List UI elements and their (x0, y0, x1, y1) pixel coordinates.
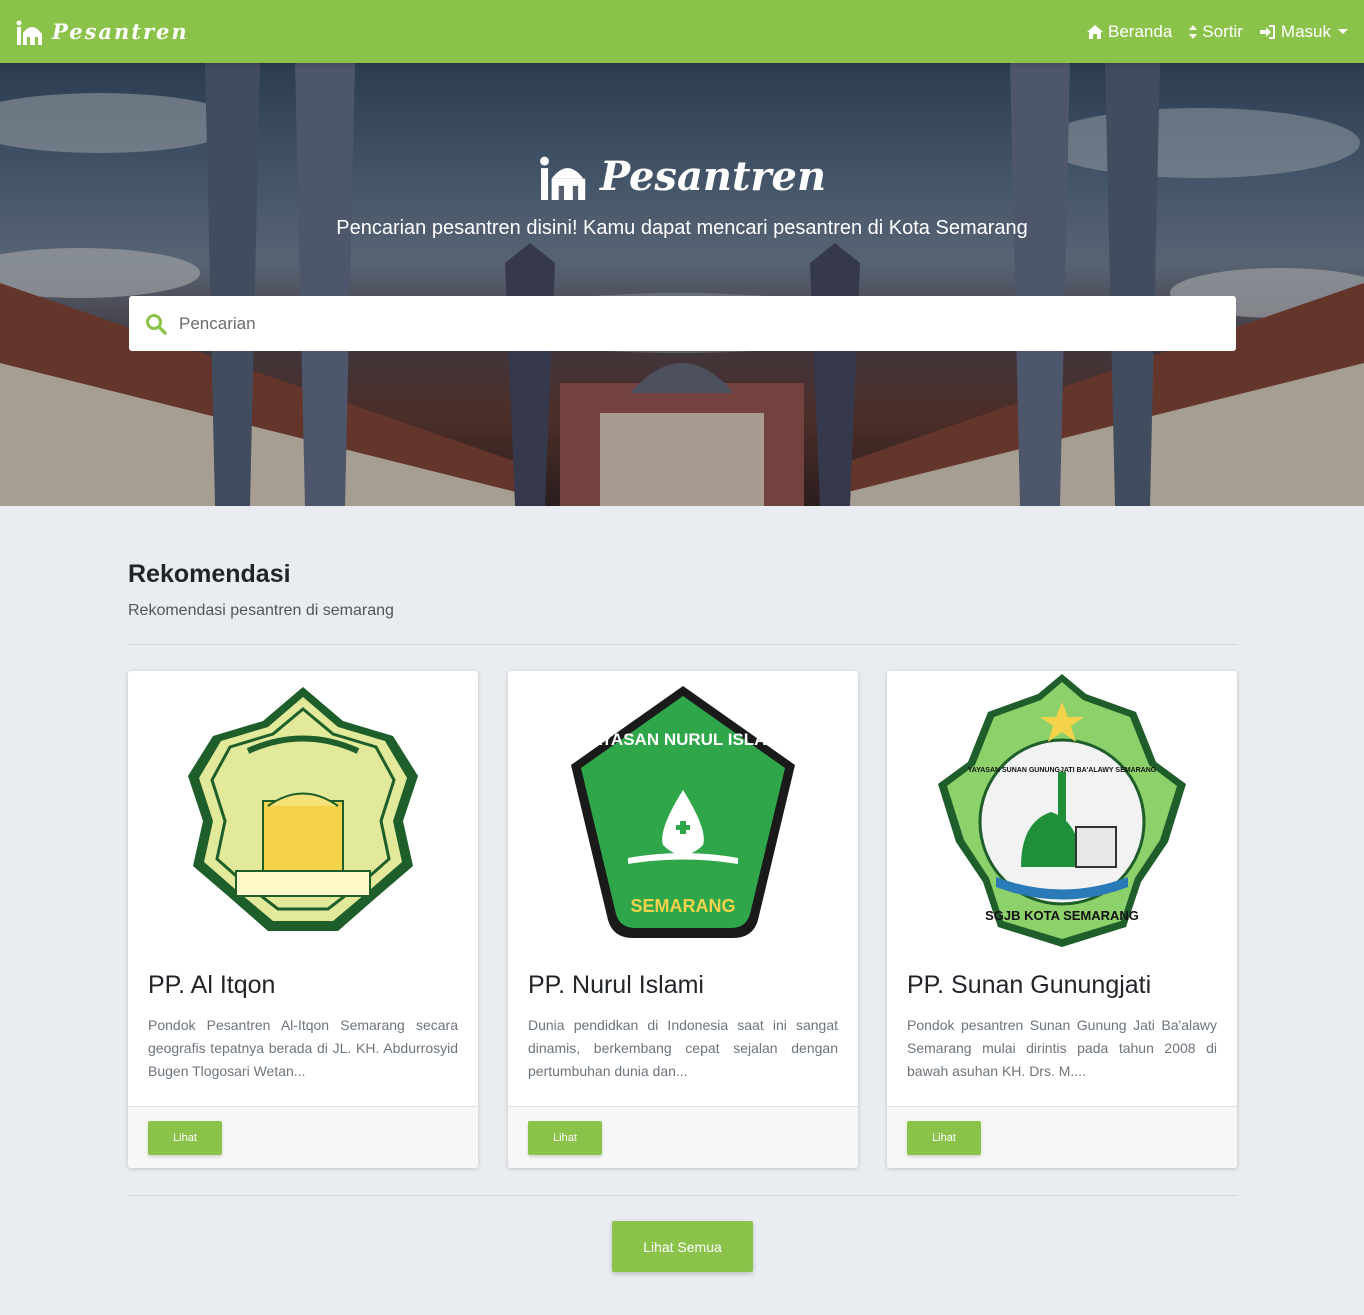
card-description: Pondok Pesantren Al-Itqon Semarang secar… (148, 1017, 458, 1079)
card-title: PP. Sunan Gunungjati (907, 971, 1152, 999)
logo-text-top: YAYASAN NURUL ISLAMI (581, 730, 786, 749)
card-footer: Lihat (128, 1106, 478, 1168)
brand-text: Pesantren (52, 19, 189, 44)
divider (128, 1195, 1237, 1196)
card-image: YAYASAN NURUL ISLAMI SEMARANG (508, 671, 858, 951)
card-title: PP. Nurul Islami (528, 971, 704, 999)
chevron-down-icon (1338, 29, 1348, 34)
card-sunan-gunungjati: YAYASAN SUNAN GUNUNGJATI BA'ALAWY SEMARA… (887, 671, 1237, 1168)
mosque-logo-icon (16, 20, 42, 45)
card-image: YAYASAN SUNAN GUNUNGJATI BA'ALAWY SEMARA… (887, 671, 1237, 951)
hero-brand-text: Pesantren (599, 153, 827, 200)
card-al-itqon: PP. Al Itqon Pondok Pesantren Al-Itqon S… (128, 671, 478, 1168)
hero-content: Pesantren Pencarian pesantren disini! Ka… (0, 63, 1364, 506)
home-icon (1087, 24, 1104, 39)
search-icon (146, 313, 167, 335)
sort-icon (1189, 24, 1198, 39)
nav-links: Beranda Sortir Masuk (1086, 22, 1348, 42)
card-footer: Lihat (887, 1106, 1237, 1168)
nav-link-label: Sortir (1202, 21, 1243, 41)
lihat-button[interactable]: Lihat (148, 1121, 222, 1155)
card-description: Pondok pesantren Sunan Gunung Jati Ba'al… (907, 1017, 1217, 1079)
hero-brand: Pesantren (0, 153, 1364, 200)
nav-link-label: Masuk (1280, 21, 1331, 41)
al-itqon-logo-image (188, 687, 418, 931)
nav-link-beranda[interactable]: Beranda (1086, 22, 1172, 42)
nav-link-masuk-dropdown[interactable]: Masuk (1259, 22, 1348, 42)
card-image (128, 671, 478, 951)
hero-subtitle: Pencarian pesantren disini! Kamu dapat m… (336, 217, 1028, 239)
logo-text-bottom: SGJB KOTA SEMARANG (985, 908, 1139, 923)
mosque-logo-icon (540, 156, 586, 200)
nav-link-sortir[interactable]: Sortir (1188, 22, 1243, 42)
navbar-brand[interactable]: Pesantren (16, 19, 189, 45)
card-footer: Lihat (508, 1106, 858, 1168)
hero-banner: Pesantren Pencarian pesantren disini! Ka… (0, 63, 1364, 506)
sunan-gunungjati-logo-image: YAYASAN SUNAN GUNUNGJATI BA'ALAWY SEMARA… (938, 674, 1186, 947)
card-title: PP. Al Itqon (148, 971, 276, 999)
card-description: Dunia pendidkan di Indonesia saat ini sa… (528, 1017, 838, 1079)
lihat-button[interactable]: Lihat (907, 1121, 981, 1155)
search-input[interactable] (179, 313, 1179, 334)
navbar: Pesantren Beranda Sortir Masuk (0, 0, 1364, 63)
section-title: Rekomendasi (128, 560, 291, 588)
logo-text-bottom: SEMARANG (630, 896, 735, 916)
nav-link-label: Beranda (1108, 21, 1173, 41)
section-subtitle: Rekomendasi pesantren di semarang (128, 602, 394, 619)
logo-text-top: YAYASAN SUNAN GUNUNGJATI BA'ALAWY SEMARA… (968, 767, 1157, 774)
lihat-semua-button[interactable]: Lihat Semua (612, 1221, 753, 1272)
search-bar (129, 296, 1236, 351)
nurul-islami-logo-image: YAYASAN NURUL ISLAMI SEMARANG (571, 686, 795, 938)
divider (128, 644, 1237, 645)
sign-in-icon (1259, 24, 1275, 39)
card-nurul-islami: YAYASAN NURUL ISLAMI SEMARANG PP. Nurul … (508, 671, 858, 1168)
lihat-button[interactable]: Lihat (528, 1121, 602, 1155)
